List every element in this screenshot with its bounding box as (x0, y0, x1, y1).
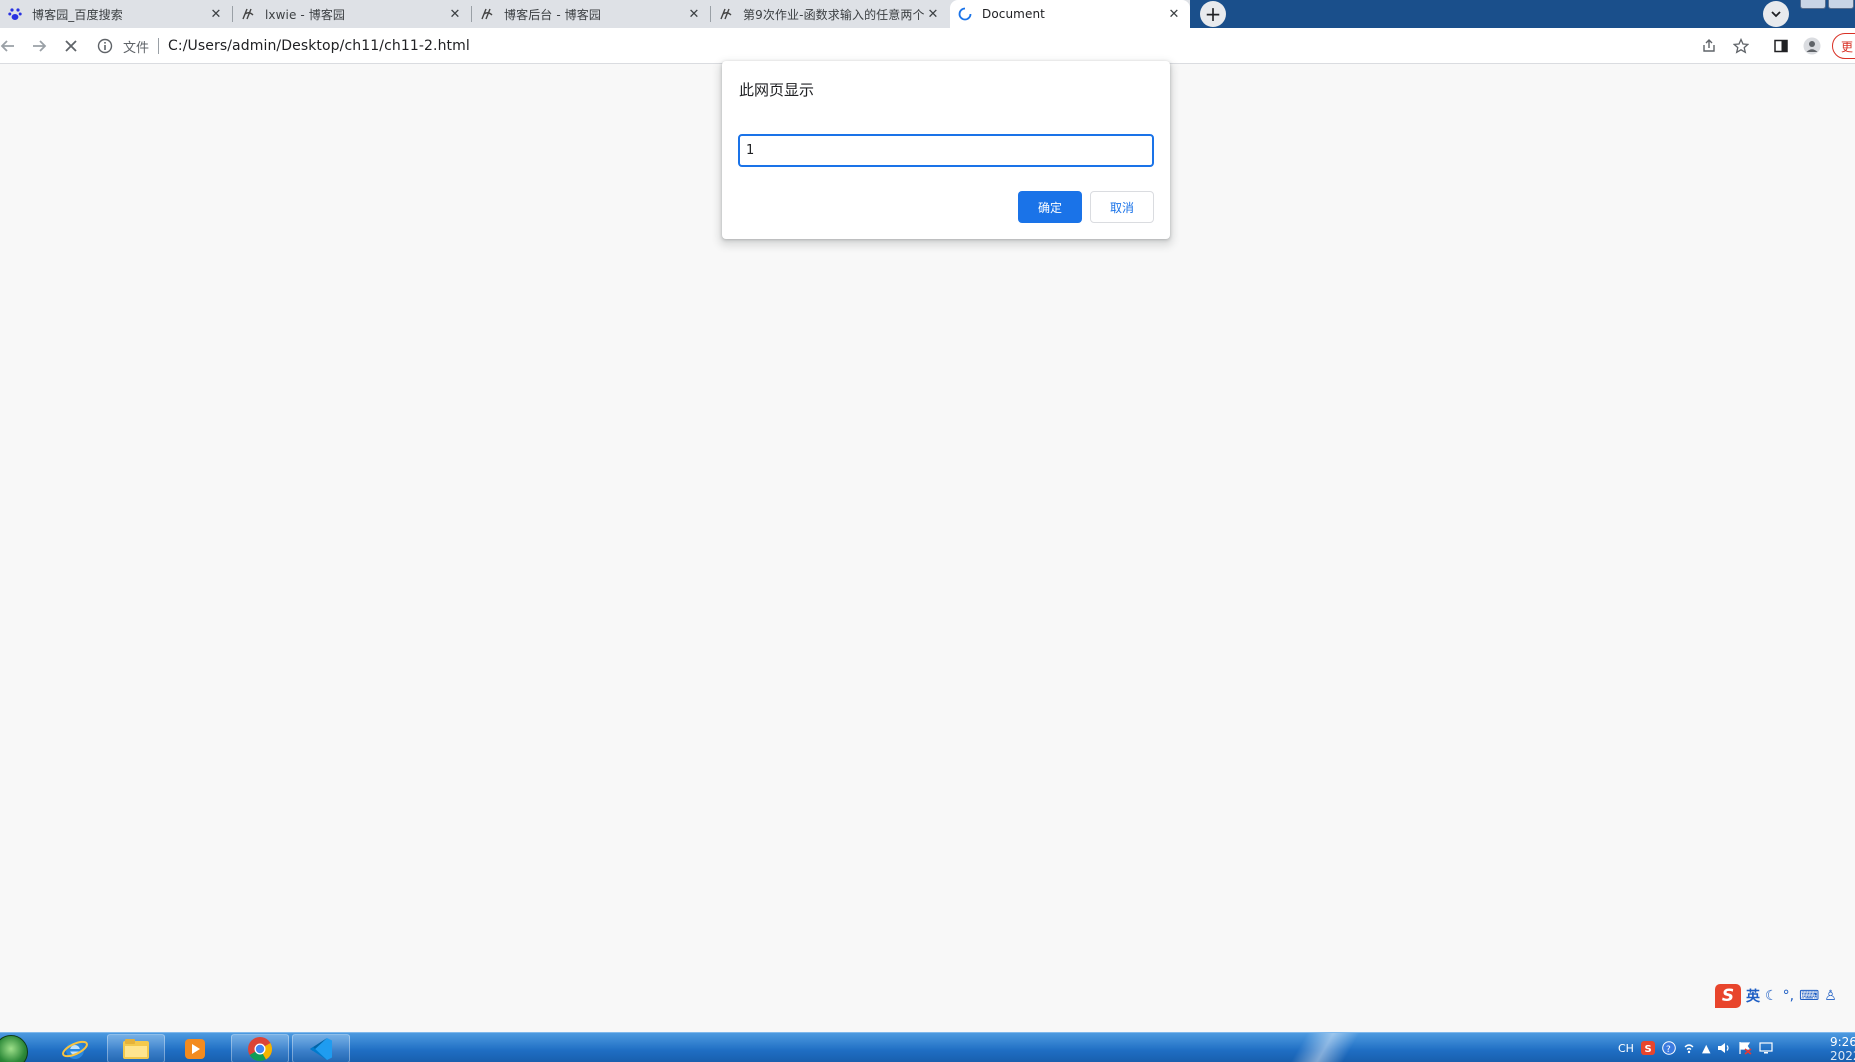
tab-lxwie-cnblogs[interactable]: lxwie - 博客园 ✕ (233, 0, 471, 28)
tab-search-button[interactable] (1763, 1, 1789, 27)
folder-icon (123, 1038, 149, 1059)
svg-text:S: S (1644, 1044, 1651, 1055)
tab-title: lxwie - 博客园 (265, 7, 346, 22)
svg-text:?: ? (1666, 1045, 1671, 1055)
windows-taskbar: CH S ? ▲ 9:26 2022/ (0, 1032, 1855, 1062)
profile-avatar-icon[interactable] (1802, 36, 1822, 56)
omnibox-divider (158, 38, 160, 54)
js-prompt-dialog: 此网页显示 确定 取消 (722, 61, 1170, 239)
window-controls (1800, 0, 1855, 10)
chevron-down-icon (1771, 11, 1781, 18)
close-icon[interactable]: ✕ (446, 5, 464, 23)
sogou-ime-logo-icon[interactable]: S (1715, 984, 1741, 1008)
tab-title: 第9次作业-函数求输入的任意两个 (743, 7, 924, 22)
close-icon[interactable]: ✕ (924, 5, 942, 23)
volume-icon[interactable] (1717, 1041, 1731, 1055)
show-hidden-icons-icon[interactable]: ▲ (1702, 1042, 1710, 1055)
tab-document[interactable]: Document ✕ (950, 0, 1190, 28)
tab-title: 博客园_百度搜索 (32, 7, 123, 22)
tab-baidu-search[interactable]: 博客园_百度搜索 ✕ (0, 0, 232, 28)
cnblogs-icon (718, 6, 734, 22)
arrow-left-icon (0, 40, 14, 52)
language-indicator[interactable]: CH (1618, 1042, 1634, 1055)
close-icon[interactable]: ✕ (685, 5, 703, 23)
taskbar-glare (1290, 1033, 1360, 1062)
close-icon (65, 40, 77, 52)
browser-toolbar: 文件 C:/Users/admin/Desktop/ch11/ch11-2.ht… (0, 28, 1855, 64)
taskbar-explorer[interactable] (107, 1034, 165, 1062)
prompt-input[interactable] (738, 134, 1154, 167)
start-button[interactable] (0, 1035, 28, 1062)
maximize-button[interactable] (1828, 0, 1854, 9)
internet-explorer-icon (62, 1040, 88, 1059)
user-icon[interactable]: ♙ (1824, 988, 1837, 1004)
network-icon[interactable] (1683, 1041, 1695, 1055)
cnblogs-icon (479, 6, 495, 22)
taskbar-clock[interactable]: 9:26 2022/ (1830, 1035, 1855, 1062)
back-button[interactable] (0, 34, 20, 58)
baidu-paw-icon (7, 6, 23, 22)
minimize-button[interactable] (1800, 0, 1826, 9)
tab-strip: 博客园_百度搜索 ✕ lxwie - 博客园 ✕ 博客后台 - 博客园 ✕ 第9… (0, 0, 1855, 28)
taskbar-media-player[interactable] (166, 1034, 224, 1062)
tab-homework-9[interactable]: 第9次作业-函数求输入的任意两个 ✕ (711, 0, 949, 28)
share-icon[interactable] (1699, 36, 1719, 56)
cnblogs-icon (240, 6, 256, 22)
ok-button[interactable]: 确定 (1018, 191, 1082, 223)
sogou-tray-icon[interactable]: S (1640, 1041, 1655, 1055)
tab-title: Document (982, 7, 1045, 21)
flag-alert-icon[interactable] (1738, 1041, 1752, 1055)
clock-date: 2022/ (1830, 1049, 1855, 1062)
dialog-title: 此网页显示 (739, 81, 815, 99)
media-player-icon (185, 1038, 205, 1059)
loading-spinner-icon (957, 6, 973, 22)
chrome-icon (248, 1036, 273, 1061)
display-icon[interactable] (1759, 1041, 1774, 1055)
forward-button[interactable] (27, 34, 51, 58)
plus-icon: + (1204, 2, 1222, 26)
ime-mode-label[interactable]: 英 (1746, 986, 1760, 1006)
moon-icon[interactable]: ☾ (1765, 988, 1778, 1004)
taskbar-ie[interactable] (46, 1034, 104, 1062)
cancel-button[interactable]: 取消 (1090, 191, 1154, 223)
close-icon[interactable]: ✕ (1165, 5, 1183, 23)
update-label: 更 (1841, 39, 1854, 54)
taskbar-chrome[interactable] (231, 1034, 289, 1062)
tab-blog-admin[interactable]: 博客后台 - 博客园 ✕ (472, 0, 710, 28)
arrow-right-icon (33, 40, 47, 52)
update-button[interactable]: 更 (1832, 33, 1855, 59)
vscode-icon (310, 1037, 332, 1060)
url-text[interactable]: C:/Users/admin/Desktop/ch11/ch11-2.html (168, 38, 470, 54)
site-chip: 文件 (123, 40, 150, 56)
stop-button[interactable] (59, 34, 83, 58)
help-icon[interactable]: ? (1662, 1041, 1676, 1055)
address-bar[interactable]: 文件 C:/Users/admin/Desktop/ch11/ch11-2.ht… (95, 32, 1695, 60)
tab-title: 博客后台 - 博客园 (504, 7, 601, 22)
new-tab-button[interactable]: + (1200, 1, 1226, 27)
clock-time: 9:26 (1830, 1035, 1855, 1049)
bookmark-star-icon[interactable] (1731, 36, 1751, 56)
close-icon[interactable]: ✕ (207, 5, 225, 23)
side-panel-icon[interactable] (1771, 36, 1791, 56)
taskbar-vscode[interactable] (292, 1034, 350, 1062)
info-icon[interactable] (95, 36, 115, 56)
keyboard-icon[interactable]: ⌨ (1799, 988, 1819, 1004)
ime-toolbar: S 英 ☾ °, ⌨ ♙ (1715, 984, 1837, 1008)
system-tray: CH S ? ▲ (1618, 1033, 1774, 1062)
punctuation-icon[interactable]: °, (1783, 988, 1794, 1004)
